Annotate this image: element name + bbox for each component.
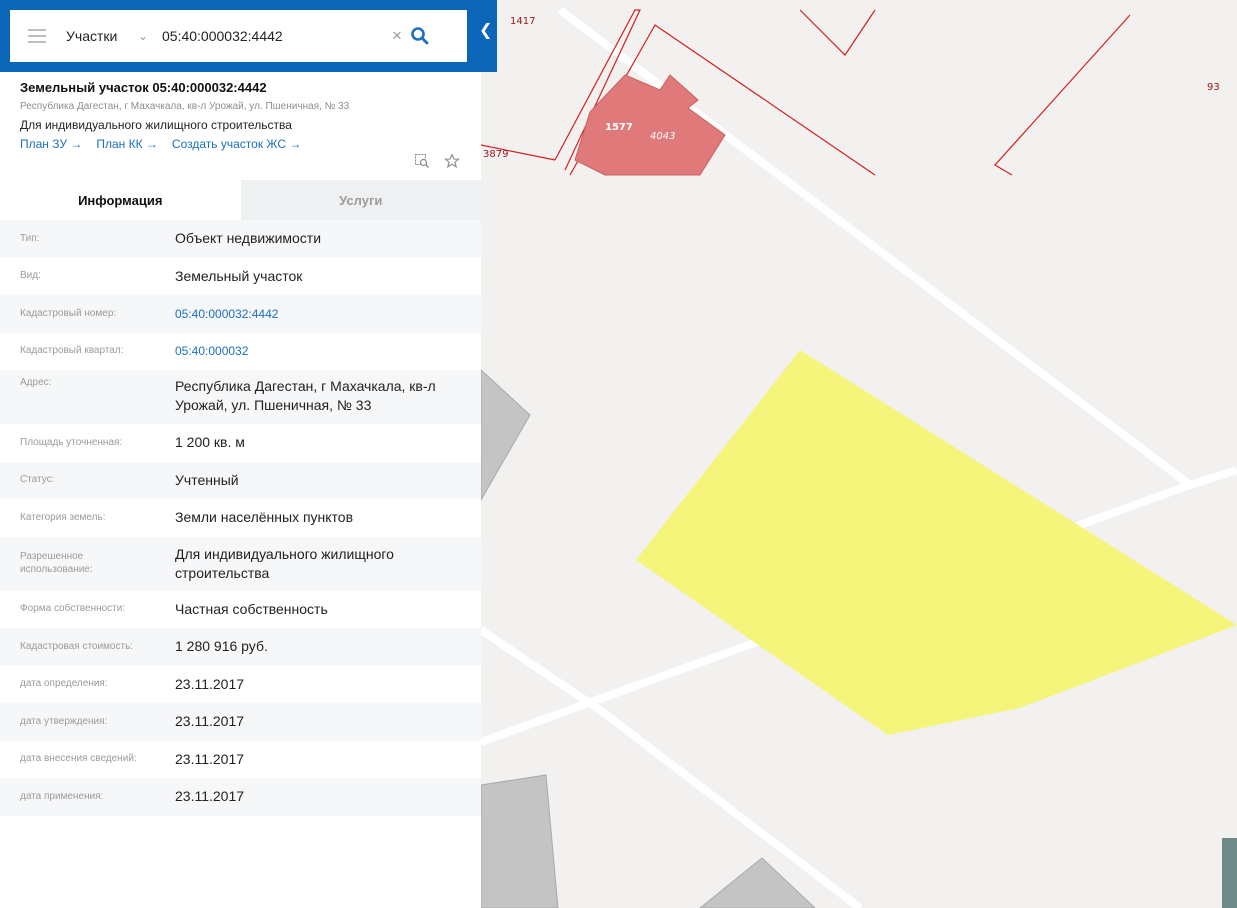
table-row: Кадастровый квартал: 05:40:000032 — [0, 332, 481, 370]
parcel-card: Земельный участок 05:40:000032:4442 Респ… — [20, 80, 470, 169]
row-label: Тип: — [20, 232, 40, 244]
table-row: дата утверждения: 23.11.2017 — [0, 703, 481, 741]
row-value: Земельный участок — [175, 267, 303, 284]
collapse-panel-icon[interactable]: ❮ — [479, 20, 492, 40]
row-label: Категория земель: — [20, 511, 106, 523]
map-label: 1577 — [605, 122, 633, 133]
map-label: 4043 — [650, 131, 676, 142]
row-value: 23.11.2017 — [175, 750, 245, 767]
row-value: Объект недвижимости — [175, 230, 322, 247]
parcel-title: Земельный участок 05:40:000032:4442 — [20, 80, 267, 95]
plan-kk-link[interactable]: План КК → — [96, 137, 158, 151]
row-label: дата внесения сведений: — [20, 753, 137, 764]
tab-information[interactable]: Информация — [0, 180, 241, 220]
row-value: Земли населённых пунктов — [175, 509, 354, 526]
row-label: Кадастровый номер: — [20, 307, 117, 319]
clear-icon[interactable]: × — [392, 26, 402, 46]
plan-zu-link[interactable]: План ЗУ → — [20, 137, 82, 151]
table-row: Тип: Объект недвижимости — [0, 220, 481, 258]
tabs: Информация Услуги — [0, 180, 481, 220]
table-row: Кадастровая стоимость: 1 280 916 руб. — [0, 628, 481, 666]
table-row: Статус: Учтенный — [0, 461, 481, 499]
row-value: 1 200 кв. м — [175, 434, 245, 451]
table-row: дата определения: 23.11.2017 — [0, 665, 481, 703]
row-value: Республика Дагестан, г Махачкала, кв-л У… — [175, 378, 436, 413]
menu-icon[interactable] — [28, 29, 46, 43]
parcel-links: План ЗУ → План КК → Создать участок ЖС → — [20, 137, 470, 151]
chevron-down-icon[interactable]: ⌄ — [138, 29, 158, 43]
table-row: Адрес: Республика Дагестан, г Махачкала,… — [0, 370, 481, 424]
cadastral-number-link[interactable]: 05:40:000032:4442 — [155, 306, 481, 322]
tab-services[interactable]: Услуги — [240, 180, 481, 220]
map-label: 1417 — [510, 16, 536, 27]
table-row: Вид: Земельный участок — [0, 257, 481, 295]
search-icon[interactable] — [410, 26, 430, 46]
table-row: Разрешенное использование: Для индивидуа… — [0, 536, 481, 591]
star-icon[interactable] — [443, 153, 461, 174]
card-actions — [414, 153, 461, 174]
row-value: Частная собственность — [175, 600, 328, 617]
info-table: Тип: Объект недвижимости Вид: Земельный … — [0, 220, 481, 816]
map-label: 3879 — [483, 149, 509, 160]
row-value: 23.11.2017 — [175, 713, 245, 730]
search-box: Участки ⌄ × — [10, 10, 467, 62]
map-label: 93 — [1207, 82, 1220, 93]
table-row: дата применения: 23.11.2017 — [0, 778, 481, 816]
zoom-to-object-icon[interactable] — [414, 153, 430, 174]
info-panel: Участки ⌄ × ❮ Земельный участок 05:40:00… — [0, 0, 497, 908]
table-row: Площадь уточненная: 1 200 кв. м — [0, 424, 481, 462]
row-label: Кадастровая стоимость: — [20, 640, 134, 652]
row-label: Вид: — [20, 270, 41, 281]
map-building — [480, 774, 559, 908]
create-parcel-link[interactable]: Создать участок ЖС → — [172, 137, 301, 151]
search-input[interactable] — [162, 28, 382, 44]
row-value: Для индивидуального жилищного строительс… — [175, 545, 394, 581]
parcel-address: Республика Дагестан, г Махачкала, кв-л У… — [20, 101, 350, 112]
parcel-use: Для индивидуального жилищного строительс… — [20, 118, 292, 132]
table-row: Кадастровый номер: 05:40:000032:4442 — [0, 295, 481, 333]
row-label: дата применения: — [20, 790, 104, 802]
row-label: Статус: — [20, 474, 55, 485]
row-label: дата определения: — [20, 678, 108, 689]
row-label: Кадастровый квартал: — [20, 345, 124, 356]
row-value: 23.11.2017 — [175, 675, 245, 692]
row-label: Разрешенное использование: — [20, 551, 93, 575]
row-label: дата утверждения: — [20, 715, 108, 727]
table-row: Форма собственности: Частная собственнос… — [0, 590, 481, 628]
row-value: Учтенный — [175, 471, 239, 488]
row-label: Форма собственности: — [20, 603, 126, 614]
satellite-layer-thumbnail[interactable] — [1222, 838, 1237, 908]
layer-select[interactable]: Участки — [66, 28, 136, 44]
table-row: Категория земель: Земли населённых пункт… — [0, 499, 481, 537]
search-bar: Участки ⌄ × ❮ — [0, 0, 497, 72]
row-label: Площадь уточненная: — [20, 436, 123, 448]
row-label: Адрес: — [20, 377, 52, 388]
row-value: 1 280 916 руб. — [175, 638, 268, 655]
table-row: дата внесения сведений: 23.11.2017 — [0, 740, 481, 778]
cadastral-quarter-link[interactable]: 05:40:000032 — [155, 343, 481, 359]
row-value: 23.11.2017 — [175, 788, 245, 805]
